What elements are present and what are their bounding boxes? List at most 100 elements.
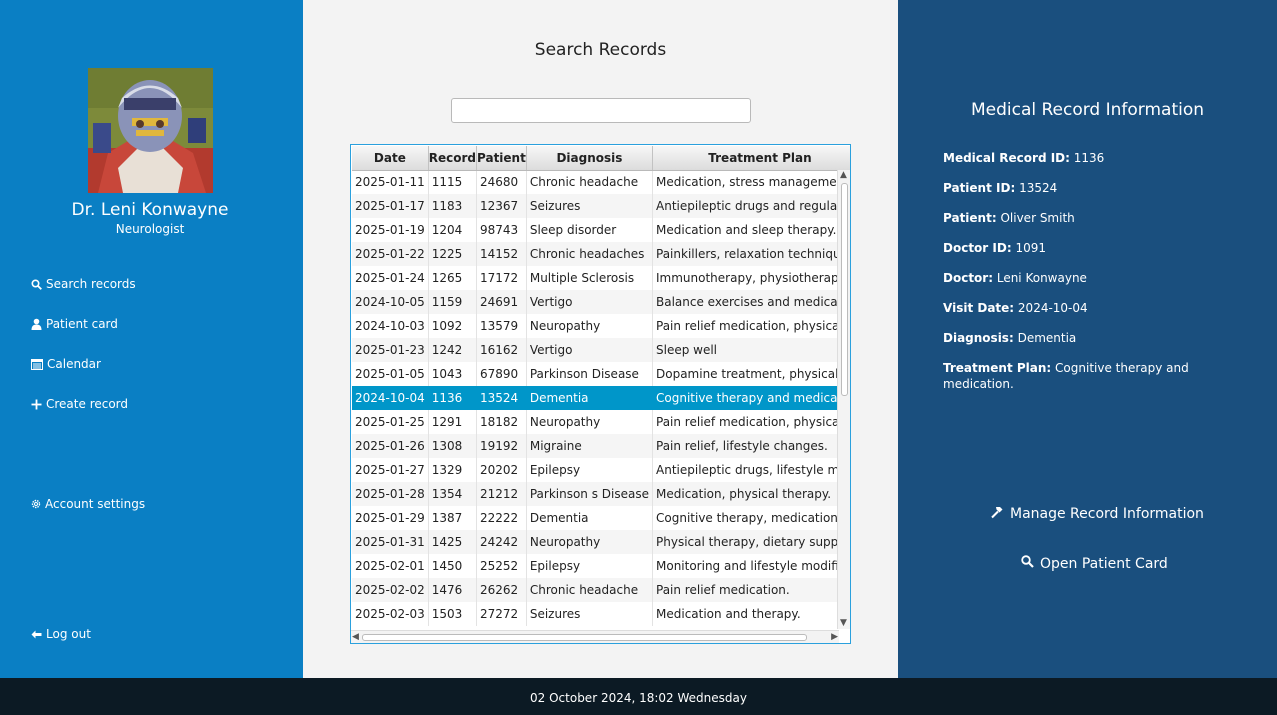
- record-field-value: Dementia: [1017, 331, 1077, 345]
- table-cell: 2024-10-05: [352, 290, 429, 314]
- column-header[interactable]: Date: [352, 146, 429, 171]
- table-cell: 13524: [476, 386, 527, 410]
- table-cell: 16162: [476, 338, 527, 362]
- table-row[interactable]: 2024-10-03 1092 13579 Neuropathy Pain relief…: [352, 314, 850, 338]
- table-cell: 13579: [476, 314, 527, 338]
- avatar: [88, 68, 213, 193]
- nav-patient-card-label: Patient card: [46, 317, 118, 331]
- table-cell: 22222: [476, 506, 527, 530]
- column-header[interactable]: Patient: [476, 146, 527, 171]
- table-row[interactable]: 2025-01-24 1265 17172 Multiple Sclerosis Imm…: [352, 266, 850, 290]
- table-row[interactable]: 2025-01-22 1225 14152 Chronic headaches Pain…: [352, 242, 850, 266]
- table-cell: 25252: [476, 554, 527, 578]
- table-cell: Sleep disorder: [526, 218, 654, 242]
- table-cell: Chronic headaches: [526, 242, 654, 266]
- table-row[interactable]: 2025-01-29 1387 22222 Dementia Cognitive the…: [352, 506, 850, 530]
- table-row[interactable]: 2024-10-05 1159 24691 Vertigo Balance exerci…: [352, 290, 850, 314]
- table-row[interactable]: 2025-01-17 1183 12367 Seizures Antiepileptic…: [352, 194, 850, 218]
- user-icon: [31, 318, 42, 330]
- scroll-up-icon[interactable]: ▲: [840, 171, 847, 180]
- table-cell: 2025-01-19: [352, 218, 429, 242]
- vertical-scroll-thumb[interactable]: [841, 183, 848, 396]
- nav-account-settings[interactable]: Account settings: [31, 497, 145, 511]
- calendar-icon: [31, 358, 43, 370]
- doctor-role: Neurologist: [115, 222, 185, 236]
- record-field: Medical Record ID: 1136: [943, 150, 1203, 166]
- scroll-left-icon[interactable]: ◀: [352, 633, 359, 642]
- table-cell: 2025-01-23: [352, 338, 429, 362]
- nav-search-records[interactable]: Search records: [31, 277, 136, 291]
- table-cell: Pain relief, lifestyle changes.: [652, 434, 850, 458]
- table-row[interactable]: 2025-02-03 1503 27272 Seizures Medication an…: [352, 602, 850, 626]
- table-row[interactable]: 2025-01-28 1354 21212 Parkinson s Disease Me…: [352, 482, 850, 506]
- table-cell: 1159: [428, 290, 478, 314]
- table-row[interactable]: 2025-01-19 1204 98743 Sleep disorder Medicat…: [352, 218, 850, 242]
- table-row[interactable]: 2024-10-04 1136 13524 Dementia Cognitive the…: [352, 386, 850, 410]
- table-cell: 21212: [476, 482, 527, 506]
- record-field-value: 1091: [1015, 241, 1046, 255]
- table-row[interactable]: 2025-01-31 1425 24242 Neuropathy Physical th…: [352, 530, 850, 554]
- nav-create-record[interactable]: Create record: [31, 397, 128, 411]
- record-field-value: 1136: [1073, 151, 1105, 165]
- table-cell: 1329: [428, 458, 478, 482]
- table-cell: 1242: [428, 338, 478, 362]
- record-field: Doctor ID: 1091: [943, 240, 1203, 256]
- table-cell: 2025-01-17: [352, 194, 429, 218]
- table-cell: Seizures: [526, 602, 654, 626]
- table-cell: 19192: [476, 434, 527, 458]
- horizontal-scroll-thumb[interactable]: [362, 634, 807, 641]
- nav-patient-card[interactable]: Patient card: [31, 317, 118, 331]
- nav-log-out-label: Log out: [46, 627, 91, 641]
- table-cell: Painkillers, relaxation techniques.: [652, 242, 850, 266]
- table-row[interactable]: 2025-01-27 1329 20202 Epilepsy Antiepileptic…: [352, 458, 850, 482]
- hammer-icon: [990, 505, 1004, 523]
- table-row[interactable]: 2025-02-02 1476 26262 Chronic headache Pain …: [352, 578, 850, 602]
- table-cell: Medication, stress management, a: [652, 170, 850, 194]
- table-cell: 12367: [476, 194, 527, 218]
- nav-create-record-label: Create record: [46, 397, 129, 411]
- table-cell: Dopamine treatment, physical the: [652, 362, 850, 386]
- doctor-name: Dr. Leni Konwayne: [71, 200, 229, 220]
- search-input[interactable]: [451, 98, 751, 123]
- table-cell: 1308: [428, 434, 478, 458]
- scroll-down-icon[interactable]: ▼: [840, 619, 847, 628]
- table-header: Date Record Patient Diagnosis Treatment Plan: [352, 146, 850, 171]
- record-field: Visit Date: 2024-10-04: [943, 300, 1203, 316]
- table-cell: Physical therapy, dietary supplem: [652, 530, 850, 554]
- table-row[interactable]: 2025-01-25 1291 18182 Neuropathy Pain relief…: [352, 410, 850, 434]
- column-header[interactable]: Treatment Plan: [652, 146, 850, 171]
- table-row[interactable]: 2025-01-26 1308 19192 Migraine Pain relief, …: [352, 434, 850, 458]
- nav-log-out[interactable]: Log out: [31, 627, 91, 641]
- record-field-label: Medical Record ID:: [943, 151, 1070, 165]
- table-cell: 26262: [476, 578, 527, 602]
- record-field: Diagnosis: Dementia: [943, 330, 1203, 346]
- table-cell: 2025-01-25: [352, 410, 429, 434]
- table-row[interactable]: 2025-01-05 1043 67890 Parkinson Disease Dopa…: [352, 362, 850, 386]
- record-field: Treatment Plan: Cognitive therapy and me…: [943, 360, 1203, 392]
- table-cell: Antiepileptic drugs and regular m: [652, 194, 850, 218]
- table-cell: 1476: [428, 578, 478, 602]
- table-cell: 24691: [476, 290, 527, 314]
- table-row[interactable]: 2025-01-23 1242 16162 Vertigo Sleep well: [352, 338, 850, 362]
- column-header[interactable]: Diagnosis: [526, 146, 654, 171]
- manage-record-button[interactable]: Manage Record Information: [990, 505, 1204, 523]
- nav-account-settings-label: Account settings: [45, 497, 146, 511]
- table-cell: 2025-01-24: [352, 266, 429, 290]
- scroll-right-icon[interactable]: ▶: [831, 633, 838, 642]
- nav-calendar[interactable]: Calendar: [31, 357, 101, 371]
- status-bar: 02 October 2024, 18:02 Wednesday: [0, 678, 1277, 715]
- column-header[interactable]: Record: [428, 146, 478, 171]
- table-cell: Chronic headache: [526, 170, 654, 194]
- table-cell: Cognitive therapy, medication.: [652, 506, 850, 530]
- table-cell: 1503: [428, 602, 478, 626]
- table-cell: 20202: [476, 458, 527, 482]
- table-cell: Epilepsy: [526, 554, 654, 578]
- table-row[interactable]: 2025-02-01 1450 25252 Epilepsy Monitoring an…: [352, 554, 850, 578]
- vertical-scrollbar[interactable]: ▲ ▼: [837, 170, 850, 629]
- open-patient-card-button[interactable]: Open Patient Card: [1021, 555, 1168, 572]
- table-cell: Medication, physical therapy.: [652, 482, 850, 506]
- horizontal-scrollbar[interactable]: ◀ ▶: [351, 630, 839, 643]
- table-cell: 24680: [476, 170, 527, 194]
- table-cell: 2025-01-22: [352, 242, 429, 266]
- table-row[interactable]: 2025-01-11 1115 24680 Chronic headache Medic…: [352, 170, 850, 194]
